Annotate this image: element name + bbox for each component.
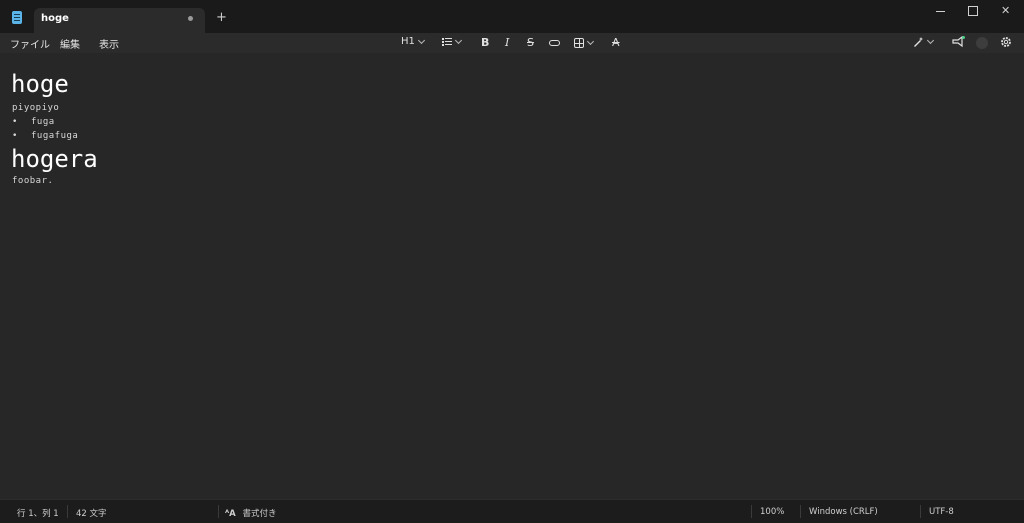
chevron-down-icon: [454, 36, 463, 45]
encoding[interactable]: UTF-8: [929, 507, 954, 517]
heading-dropdown[interactable]: H1: [401, 36, 425, 47]
unsaved-dot-icon[interactable]: [188, 16, 193, 21]
zoom-level[interactable]: 100%: [760, 507, 784, 517]
link-icon: [549, 40, 560, 46]
chevron-down-icon: [586, 37, 595, 46]
menu-view[interactable]: 表示: [99, 36, 119, 51]
title-bar: hoge + ✕: [0, 0, 1024, 33]
table-dropdown[interactable]: [574, 37, 595, 48]
paragraph-foobar: foobar.: [12, 176, 54, 186]
megaphone-icon: [952, 36, 965, 48]
pen-sparkle-icon: [914, 37, 923, 47]
chevron-down-icon: [926, 36, 935, 45]
status-divider: [751, 505, 752, 518]
notepad-window: hoge + ✕ ファイル 編集 表示 H1 B I S A hoge piyo…: [0, 0, 1024, 523]
strikethrough-button[interactable]: S: [527, 36, 534, 49]
bullet-dot: •: [12, 117, 18, 127]
heading-label: H1: [401, 36, 415, 47]
link-button[interactable]: [549, 40, 560, 46]
status-divider: [920, 505, 921, 518]
list-item: • fugafuga: [12, 131, 78, 141]
format-mode-label: 書式付き: [242, 509, 277, 519]
bullet-dot: •: [12, 131, 18, 141]
gear-icon: [1001, 37, 1011, 47]
account-avatar-icon[interactable]: [976, 37, 988, 49]
notepad-app-icon: [12, 11, 22, 24]
chevron-down-icon: [417, 36, 425, 44]
menu-file[interactable]: ファイル: [10, 36, 50, 51]
formatting-toggle[interactable]: ᴬA 書式付き: [225, 507, 276, 519]
heading-hogera: hogera: [11, 145, 98, 173]
tab-title: hoge: [41, 13, 69, 24]
bold-button[interactable]: B: [481, 36, 489, 49]
status-divider: [800, 505, 801, 518]
list-icon: [442, 38, 452, 46]
list-dropdown[interactable]: [442, 36, 463, 46]
new-tab-button[interactable]: +: [216, 10, 227, 25]
clear-formatting-icon: A: [612, 36, 620, 49]
whats-new-button[interactable]: [952, 36, 965, 48]
list-item-text: fugafuga: [31, 131, 79, 141]
list-item: • fuga: [12, 117, 55, 127]
copilot-dropdown[interactable]: [912, 36, 935, 48]
document-editor[interactable]: hoge piyopiyo • fuga • fugafuga hogera foo…: [0, 53, 1024, 499]
status-divider: [67, 505, 68, 518]
italic-button[interactable]: I: [505, 36, 509, 49]
paragraph-piyopiyo: piyopiyo: [12, 103, 60, 113]
menu-toolbar: ファイル 編集 表示 H1 B I S A: [0, 33, 1024, 53]
cursor-position: 行 1、列 1: [17, 509, 59, 519]
character-count: 42 文字: [76, 509, 107, 519]
menu-edit[interactable]: 編集: [60, 36, 80, 51]
table-icon: [574, 38, 584, 48]
status-divider: [218, 505, 219, 518]
clear-formatting-button[interactable]: A: [612, 36, 620, 49]
tab-hoge[interactable]: hoge: [34, 8, 205, 33]
line-ending[interactable]: Windows (CRLF): [809, 507, 878, 517]
heading-hoge: hoge: [11, 70, 69, 98]
settings-button[interactable]: [1000, 36, 1012, 48]
close-button[interactable]: ✕: [1001, 4, 1010, 17]
status-bar: 行 1、列 1 42 文字 ᴬA 書式付き 100% Windows (CRLF…: [0, 499, 1024, 523]
text-format-icon: ᴬA: [225, 509, 236, 519]
list-item-text: fuga: [31, 117, 55, 127]
